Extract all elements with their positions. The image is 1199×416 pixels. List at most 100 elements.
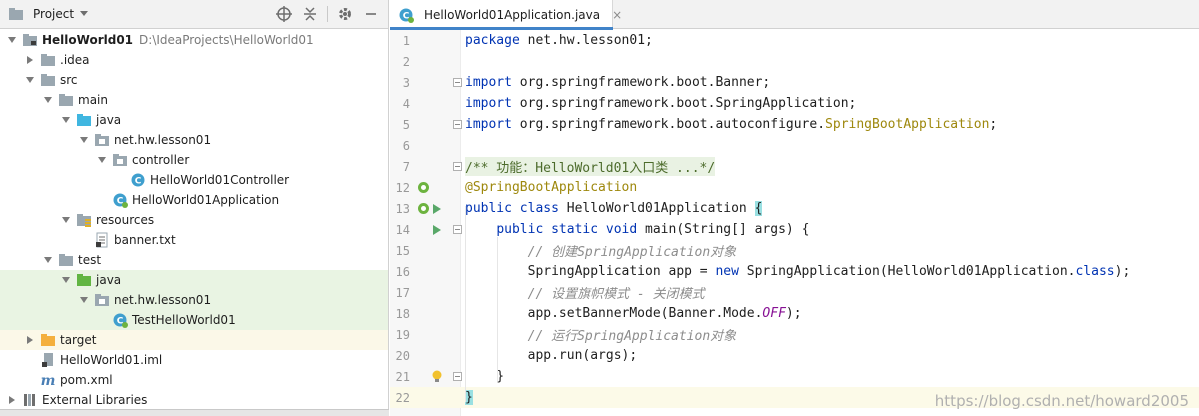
code-line[interactable]: 17 // 设置旗帜模式 - 关闭模式 <box>390 282 1199 303</box>
tree-item-label: target <box>60 333 97 347</box>
expand-down-icon[interactable] <box>42 94 54 106</box>
fold-icon[interactable] <box>453 78 462 87</box>
project-view-selector[interactable]: Project <box>8 6 89 22</box>
code-line[interactable]: 3 import org.springframework.boot.Banner; <box>390 72 1199 93</box>
tree-item-external-libraries[interactable]: External Libraries <box>0 390 388 410</box>
indent-guide <box>465 206 466 402</box>
line-number: 4 <box>402 96 410 111</box>
package-icon <box>94 292 110 308</box>
spring-class-icon: C <box>112 312 128 328</box>
code-line[interactable]: 21 } <box>390 366 1199 387</box>
tree-item-label: banner.txt <box>114 233 176 247</box>
package-icon <box>112 152 128 168</box>
excluded-folder-icon <box>40 332 56 348</box>
tree-item-target[interactable]: target <box>0 330 388 350</box>
code-text: } <box>465 390 473 405</box>
code-line[interactable]: 20 app.run(args); <box>390 345 1199 366</box>
tree-item-pom-xml[interactable]: m pom.xml <box>0 370 388 390</box>
tree-item-net-hw-lesson01[interactable]: net.hw.lesson01 <box>0 130 388 150</box>
tree-item-label: External Libraries <box>42 393 148 407</box>
fold-icon[interactable] <box>453 372 462 381</box>
code-text: public class HelloWorld01Application { <box>465 201 763 216</box>
code-line[interactable]: 2 <box>390 51 1199 72</box>
code-line[interactable]: 18 app.setBannerMode(Banner.Mode.OFF); <box>390 303 1199 324</box>
expand-down-icon[interactable] <box>24 74 36 86</box>
tree-item-controller[interactable]: controller <box>0 150 388 170</box>
expand-down-icon[interactable] <box>78 294 90 306</box>
tree-item-banner-txt[interactable]: banner.txt <box>0 230 388 250</box>
project-folder-icon <box>8 6 24 22</box>
target-icon[interactable] <box>275 5 293 23</box>
tree-item-main[interactable]: main <box>0 90 388 110</box>
editor: C HelloWorld01Application.java × 1 packag… <box>390 0 1199 416</box>
expand-down-icon[interactable] <box>78 134 90 146</box>
code-line[interactable]: 4 import org.springframework.boot.SpringA… <box>390 93 1199 114</box>
spring-bean-icon[interactable] <box>416 181 430 195</box>
close-icon[interactable]: × <box>612 8 622 22</box>
expand-right-icon[interactable] <box>6 394 18 406</box>
collapse-icon[interactable] <box>301 5 319 23</box>
minimize-icon[interactable] <box>362 5 380 23</box>
code-line[interactable]: 19 // 运行SpringApplication对象 <box>390 324 1199 345</box>
expand-down-icon[interactable] <box>6 34 18 46</box>
expand-down-icon[interactable] <box>60 214 72 226</box>
code-line[interactable]: 14 public static void main(String[] args… <box>390 219 1199 240</box>
code-lines: 1 package net.hw.lesson01; 2 3 import org.sp… <box>390 30 1199 408</box>
code-line[interactable]: 16 SpringApplication app = new SpringApp… <box>390 261 1199 282</box>
tree-item-net-hw-lesson01[interactable]: net.hw.lesson01 <box>0 290 388 310</box>
code-text: } <box>465 369 505 384</box>
folder-icon <box>58 252 74 268</box>
tree-item-label: resources <box>96 213 155 227</box>
tree-item-testhelloworld01[interactable]: C TestHelloWorld01 <box>0 310 388 330</box>
run-icon[interactable] <box>430 223 444 237</box>
code-area[interactable]: 1 package net.hw.lesson01; 2 3 import org.sp… <box>390 30 1199 416</box>
tree-item-label: .idea <box>60 53 90 67</box>
code-line[interactable]: 13 public class HelloWorld01Application { <box>390 198 1199 219</box>
expand-right-icon[interactable] <box>24 54 36 66</box>
expand-right-icon[interactable] <box>24 334 36 346</box>
run-icon[interactable] <box>430 202 444 216</box>
line-number: 22 <box>395 390 410 405</box>
gear-icon[interactable] <box>336 5 354 23</box>
editor-tab-bar: C HelloWorld01Application.java × <box>390 0 1199 30</box>
fold-icon[interactable] <box>453 225 462 234</box>
lightbulb-icon[interactable] <box>430 370 444 384</box>
line-number: 1 <box>402 33 410 48</box>
line-number: 15 <box>395 243 410 258</box>
libraries-icon <box>22 392 38 408</box>
expand-down-icon[interactable] <box>96 154 108 166</box>
tree-item-resources[interactable]: resources <box>0 210 388 230</box>
line-number: 16 <box>395 264 410 279</box>
source-folder-icon <box>76 112 92 128</box>
fold-icon[interactable] <box>453 120 462 129</box>
fold-icon[interactable] <box>453 162 462 171</box>
tree-item-helloworld01-iml[interactable]: HelloWorld01.iml <box>0 350 388 370</box>
tab-helloworld01application[interactable]: C HelloWorld01Application.java × <box>390 0 622 30</box>
line-number: 5 <box>402 117 410 132</box>
expand-down-icon[interactable] <box>60 274 72 286</box>
tree-item-helloworld01[interactable]: HelloWorld01 D:\IdeaProjects\HelloWorld01 <box>0 30 388 50</box>
tree-item-test[interactable]: test <box>0 250 388 270</box>
expand-down-icon[interactable] <box>60 114 72 126</box>
tree-item-helloworld01controller[interactable]: C HelloWorld01Controller <box>0 170 388 190</box>
tree-item-java[interactable]: java <box>0 270 388 290</box>
tree-item-java[interactable]: java <box>0 110 388 130</box>
tree-item-helloworld01application[interactable]: C HelloWorld01Application <box>0 190 388 210</box>
tree-item-idea[interactable]: .idea <box>0 50 388 70</box>
resources-folder-icon <box>76 212 92 228</box>
code-line[interactable]: 6 <box>390 135 1199 156</box>
line-number: 21 <box>395 369 410 384</box>
code-line[interactable]: 1 package net.hw.lesson01; <box>390 30 1199 51</box>
tree-item-src[interactable]: src <box>0 70 388 90</box>
code-line[interactable]: 15 // 创建SpringApplication对象 <box>390 240 1199 261</box>
code-line[interactable]: 7 /** 功能：HelloWorld01入口类 ...*/ <box>390 156 1199 177</box>
expand-down-icon[interactable] <box>42 254 54 266</box>
project-view-label: Project <box>33 7 75 21</box>
tree-item-label: net.hw.lesson01 <box>114 133 212 147</box>
folder-icon <box>40 52 56 68</box>
spring-bean-icon[interactable] <box>416 202 430 216</box>
code-line[interactable]: 12 @SpringBootApplication <box>390 177 1199 198</box>
code-text: import org.springframework.boot.SpringAp… <box>465 96 857 111</box>
code-line[interactable]: 5 import org.springframework.boot.autocon… <box>390 114 1199 135</box>
